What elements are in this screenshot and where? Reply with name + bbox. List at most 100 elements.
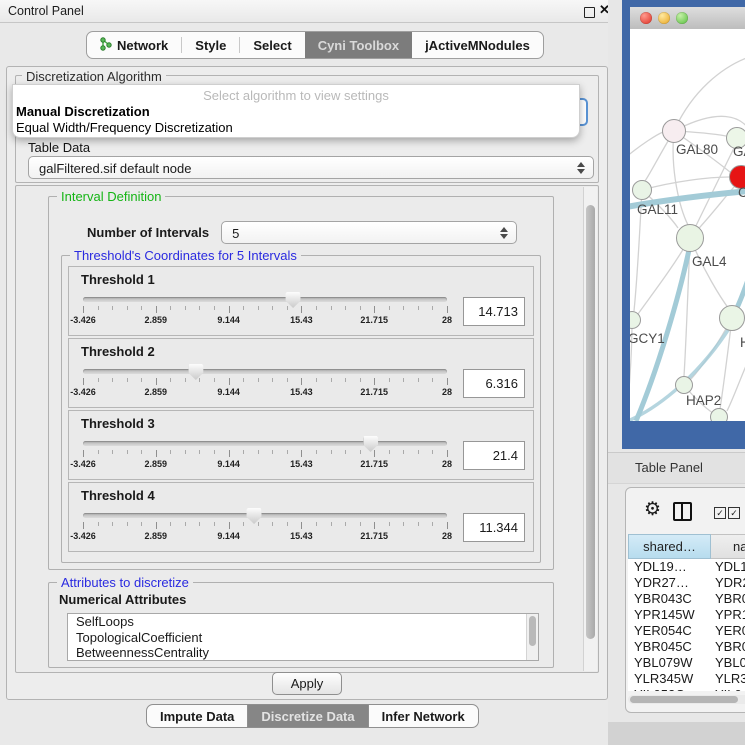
- table-data-combobox[interactable]: galFiltered.sif default node: [28, 156, 594, 179]
- column-header-name[interactable]: na: [711, 534, 745, 559]
- table-row[interactable]: YER054CYER0: [628, 623, 745, 639]
- table-cell[interactable]: YBL0: [711, 655, 745, 671]
- tab-impute-data[interactable]: Impute Data: [147, 705, 247, 727]
- dropdown-option-equal-width-frequency[interactable]: Equal Width/Frequency Discretization: [16, 120, 233, 135]
- tab-discretize-data[interactable]: Discretize Data: [248, 705, 367, 727]
- attribute-list-item[interactable]: BetweennessCentrality: [68, 645, 538, 661]
- slider-track[interactable]: [83, 297, 447, 302]
- threshold-value-field[interactable]: 21.4: [463, 441, 525, 470]
- tab-label: jActiveMNodules: [425, 38, 530, 53]
- list-scrollbar[interactable]: [526, 614, 538, 660]
- dropdown-option-manual-discretization[interactable]: Manual Discretization: [16, 104, 150, 119]
- threshold-value-field[interactable]: 11.344: [463, 513, 525, 542]
- table-cell[interactable]: YER054C: [628, 623, 711, 639]
- tick-mark: [432, 306, 433, 310]
- tick-mark: [112, 450, 113, 454]
- minimize-traffic-light-icon[interactable]: [658, 12, 670, 24]
- numerical-attributes-list[interactable]: SelfLoopsTopologicalCoefficientBetweenne…: [67, 613, 539, 661]
- table-cell[interactable]: YER0: [711, 623, 745, 639]
- threshold-block: Threshold 3 -3.4262.8599.14415.4321.7152…: [68, 410, 534, 480]
- slider-track[interactable]: [83, 369, 447, 374]
- control-panel-titlebar: Control Panel ✕: [0, 0, 612, 23]
- tick-mark: [316, 450, 317, 454]
- table-row[interactable]: YDR27…YDR2: [628, 575, 745, 591]
- tab-jactivemnodules[interactable]: jActiveMNodules: [412, 32, 543, 58]
- table-cell[interactable]: YPR1: [711, 607, 745, 623]
- tab-select[interactable]: Select: [240, 32, 304, 58]
- table-cell[interactable]: YIL052C: [628, 687, 711, 691]
- table-horizontal-scrollbar[interactable]: [628, 695, 745, 704]
- table-row[interactable]: YPR145WYPR1: [628, 607, 745, 623]
- threshold-slider[interactable]: -3.4262.8599.14415.4321.71528: [83, 363, 447, 403]
- apply-button[interactable]: Apply: [272, 672, 342, 695]
- tick-mark: [229, 450, 230, 457]
- table-cell[interactable]: YBR0: [711, 591, 745, 607]
- threshold-slider[interactable]: -3.4262.8599.14415.4321.71528: [83, 291, 447, 331]
- table-cell[interactable]: YDL19…: [628, 559, 711, 575]
- table-cell[interactable]: YDL1: [711, 559, 745, 575]
- network-node[interactable]: [710, 408, 728, 421]
- tick-mark: [301, 522, 302, 529]
- close-traffic-light-icon[interactable]: [640, 12, 652, 24]
- attribute-list-item[interactable]: SelfLoops: [68, 614, 538, 630]
- tick-label: 9.144: [217, 315, 240, 325]
- table-cell[interactable]: YBR045C: [628, 639, 711, 655]
- table-cell[interactable]: YIL0: [711, 687, 745, 691]
- table-cell[interactable]: YPR145W: [628, 607, 711, 623]
- slider-ticks: [83, 378, 447, 385]
- network-node-gal11[interactable]: [632, 180, 652, 200]
- tick-label: 21.715: [360, 459, 388, 469]
- network-node-h[interactable]: [719, 305, 745, 331]
- tick-label: 2.859: [145, 315, 168, 325]
- table-cell[interactable]: YLR345W: [628, 671, 711, 687]
- network-node-gal80[interactable]: [662, 119, 686, 143]
- number-of-intervals-combobox[interactable]: 5: [221, 221, 517, 244]
- tick-mark: [258, 450, 259, 454]
- scrollbar-thumb[interactable]: [586, 205, 595, 639]
- zoom-traffic-light-icon[interactable]: [676, 12, 688, 24]
- panel-scrollbar[interactable]: [583, 187, 597, 671]
- network-node-hap2[interactable]: [675, 376, 693, 394]
- checkbox-icon[interactable]: ✓: [714, 507, 726, 519]
- tab-infer-network[interactable]: Infer Network: [369, 705, 478, 727]
- slider-track[interactable]: [83, 513, 447, 518]
- tick-label: 21.715: [360, 315, 388, 325]
- network-canvas[interactable]: GAL80GACGAL11GAL4GCY1HHAP2: [630, 29, 745, 421]
- table-row[interactable]: YDL19…YDL1: [628, 559, 745, 575]
- slider-track[interactable]: [83, 441, 447, 446]
- threshold-value-field[interactable]: 14.713: [463, 297, 525, 326]
- tick-label: -3.426: [70, 387, 96, 397]
- table-cell[interactable]: YBR0: [711, 639, 745, 655]
- threshold-value-field[interactable]: 6.316: [463, 369, 525, 398]
- table-cell[interactable]: YBL079W: [628, 655, 711, 671]
- tick-mark: [418, 522, 419, 526]
- table-row[interactable]: YBR043CYBR0: [628, 591, 745, 607]
- tick-label: 28: [442, 387, 452, 397]
- scrollbar-thumb[interactable]: [630, 696, 738, 703]
- table-cell[interactable]: YDR27…: [628, 575, 711, 591]
- table-row[interactable]: YIL052CYIL0: [628, 687, 745, 691]
- table-row[interactable]: YBL079WYBL0: [628, 655, 745, 671]
- checkbox-icon[interactable]: ✓: [728, 507, 740, 519]
- split-columns-icon[interactable]: [673, 502, 692, 521]
- tab-network[interactable]: Network: [87, 32, 181, 58]
- table-row[interactable]: YBR045CYBR0: [628, 639, 745, 655]
- tab-cyni-toolbox[interactable]: Cyni Toolbox: [305, 32, 412, 58]
- number-of-intervals-label: Number of Intervals: [87, 225, 209, 240]
- table-cell[interactable]: YDR2: [711, 575, 745, 591]
- tab-style[interactable]: Style: [182, 32, 239, 58]
- float-icon[interactable]: [584, 7, 595, 18]
- control-panel-title: Control Panel: [8, 4, 84, 18]
- gear-icon[interactable]: ⚙: [644, 498, 661, 521]
- threshold-slider[interactable]: -3.4262.8599.14415.4321.71528: [83, 507, 447, 547]
- threshold-slider[interactable]: -3.4262.8599.14415.4321.71528: [83, 435, 447, 475]
- tick-mark: [127, 450, 128, 454]
- attribute-list-item[interactable]: TopologicalCoefficient: [68, 630, 538, 646]
- network-node-gal4[interactable]: [676, 224, 704, 252]
- column-header-shared-name[interactable]: shared…: [628, 534, 711, 559]
- table-cell[interactable]: YLR3: [711, 671, 745, 687]
- network-view-window: GAL80GACGAL11GAL4GCY1HHAP2: [622, 0, 745, 449]
- table-cell[interactable]: YBR043C: [628, 591, 711, 607]
- table-row[interactable]: YLR345WYLR3: [628, 671, 745, 687]
- tick-mark: [258, 378, 259, 382]
